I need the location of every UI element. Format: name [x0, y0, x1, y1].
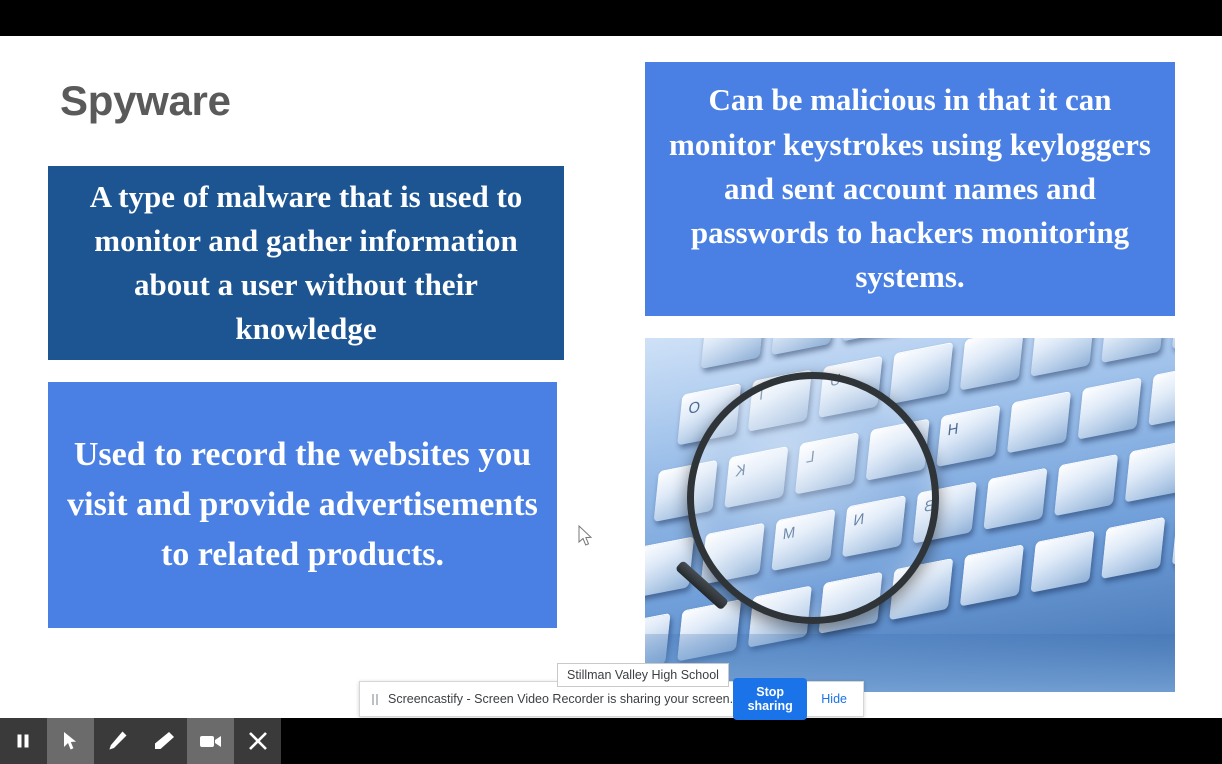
sharing-status-text: Screencastify - Screen Video Recorder is… — [388, 692, 734, 706]
cursor-arrow-icon — [61, 731, 79, 751]
hide-link[interactable]: Hide — [821, 692, 847, 706]
video-camera-icon — [199, 732, 223, 750]
letterbox-top-bar — [0, 0, 1222, 36]
stop-sharing-button[interactable]: Stop sharing — [733, 678, 808, 720]
textbox-definition-text: A type of malware that is used to monito… — [89, 178, 523, 347]
magnifying-glass-icon — [687, 372, 939, 624]
pencil-icon — [106, 730, 128, 752]
pause-button[interactable] — [0, 718, 47, 764]
pause-icon — [14, 732, 32, 750]
keyboard-with-magnifying-glass-photo: 3 I I J O I U — [645, 338, 1175, 692]
cursor-button[interactable] — [46, 718, 94, 764]
textbox-advertising: Used to record the websites you visit an… — [48, 382, 557, 628]
close-x-icon — [247, 730, 269, 752]
share-source-tooltip: Stillman Valley High School — [557, 663, 729, 687]
screencastify-recorder-toolbar — [0, 718, 281, 764]
pause-icon — [372, 693, 378, 705]
eraser-button[interactable] — [140, 718, 188, 764]
screen-recording-view: Spyware A type of malware that is used t… — [0, 0, 1222, 764]
webcam-button[interactable] — [187, 718, 235, 764]
eraser-icon — [152, 730, 176, 752]
presentation-slide: Spyware A type of malware that is used t… — [0, 36, 1222, 718]
textbox-definition: A type of malware that is used to monito… — [48, 166, 564, 360]
textbox-advertising-text: Used to record the websites you visit an… — [67, 436, 538, 573]
pen-button[interactable] — [93, 718, 141, 764]
close-button[interactable] — [234, 718, 281, 764]
textbox-malicious-text: Can be malicious in that it can monitor … — [669, 82, 1151, 295]
page-title: Spyware — [60, 77, 231, 124]
mouse-pointer — [578, 525, 593, 546]
textbox-malicious: Can be malicious in that it can monitor … — [645, 62, 1175, 316]
